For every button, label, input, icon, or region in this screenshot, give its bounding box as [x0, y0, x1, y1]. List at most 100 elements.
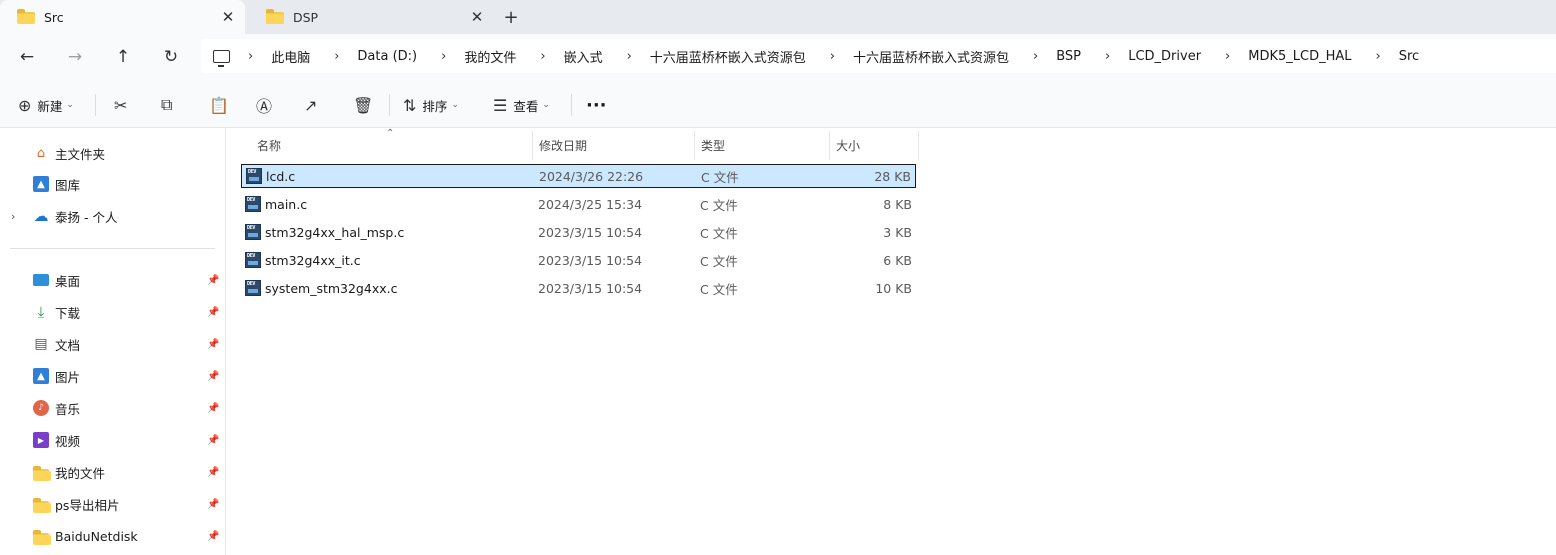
- breadcrumb-item[interactable]: BSP: [1056, 49, 1081, 64]
- file-size: 3 KB: [883, 224, 912, 240]
- column-header-name[interactable]: 名称: [251, 131, 533, 160]
- desktop-icon: [33, 274, 49, 286]
- chevron-right-icon[interactable]: ›: [830, 49, 835, 64]
- tab-bar: Src ✕ DSP ✕ +: [0, 0, 1556, 34]
- sidebar-item-videos[interactable]: ▶ 视频 📌: [0, 426, 226, 454]
- sidebar-item-label: 音乐: [55, 401, 81, 417]
- pin-icon[interactable]: 📌: [207, 307, 219, 318]
- pin-icon[interactable]: 📌: [207, 435, 219, 446]
- file-row[interactable]: lcd.c 2024/3/26 22:26 C 文件 28 KB: [241, 164, 916, 188]
- new-button[interactable]: ⊕ 新建 ⌄: [18, 90, 74, 120]
- pin-icon[interactable]: 📌: [207, 371, 219, 382]
- file-row[interactable]: stm32g4xx_it.c 2023/3/15 10:54 C 文件 6 KB: [241, 248, 916, 272]
- file-type: C 文件: [700, 197, 738, 213]
- pin-icon[interactable]: 📌: [207, 499, 219, 510]
- sidebar-item-my-files[interactable]: 我的文件 📌: [0, 458, 226, 486]
- cut-button[interactable]: ✂: [114, 90, 133, 120]
- sidebar-item-label: ps导出相片: [55, 497, 120, 513]
- chevron-right-icon[interactable]: ›: [1376, 49, 1381, 64]
- sidebar-item-onedrive[interactable]: › ☁ 泰扬 - 个人: [0, 202, 226, 230]
- list-view-icon: ☰: [493, 95, 508, 115]
- sidebar-item-music[interactable]: ♪ 音乐 📌: [0, 394, 226, 422]
- file-date: 2023/3/15 10:54: [538, 280, 643, 296]
- sidebar-divider: [10, 248, 215, 249]
- sidebar-item-home[interactable]: ⌂ 主文件夹: [0, 139, 226, 167]
- sidebar-item-baidunetdisk[interactable]: BaiduNetdisk 📌: [0, 522, 226, 550]
- file-name: lcd.c: [266, 168, 296, 184]
- file-name: stm32g4xx_it.c: [265, 252, 361, 268]
- column-header-type[interactable]: 类型: [695, 131, 830, 160]
- breadcrumb-item[interactable]: 我的文件: [464, 47, 516, 66]
- new-tab-button[interactable]: +: [496, 3, 526, 31]
- chevron-right-icon[interactable]: ›: [1033, 49, 1038, 64]
- chevron-right-icon[interactable]: ›: [627, 49, 632, 64]
- pin-icon[interactable]: 📌: [207, 531, 219, 542]
- toolbar-divider: [389, 94, 390, 116]
- sort-button[interactable]: ⇅ 排序 ⌄: [403, 90, 459, 120]
- breadcrumb-item[interactable]: Data (D:): [357, 49, 417, 64]
- sort-button-label: 排序: [422, 98, 448, 114]
- up-button[interactable]: ↑: [105, 41, 141, 73]
- copy-icon: ⧉: [161, 95, 173, 114]
- sidebar-item-ps-export[interactable]: ps导出相片 📌: [0, 490, 226, 518]
- breadcrumb-item[interactable]: 十六届蓝桥杯嵌入式资源包: [650, 47, 806, 66]
- pin-icon[interactable]: 📌: [207, 403, 219, 414]
- sidebar-item-documents[interactable]: ▤ 文档 📌: [0, 330, 226, 358]
- file-row[interactable]: stm32g4xx_hal_msp.c 2023/3/15 10:54 C 文件…: [241, 220, 916, 244]
- breadcrumb-item[interactable]: MDK5_LCD_HAL: [1248, 49, 1351, 64]
- more-options-button[interactable]: ···: [586, 90, 607, 120]
- sidebar-item-label: 桌面: [55, 273, 81, 289]
- breadcrumb-item[interactable]: 十六届蓝桥杯嵌入式资源包: [853, 47, 1009, 66]
- copy-button[interactable]: ⧉: [161, 90, 178, 120]
- close-icon[interactable]: ✕: [462, 2, 492, 32]
- column-header-size[interactable]: 大小: [830, 131, 919, 160]
- chevron-right-icon[interactable]: ›: [540, 49, 545, 64]
- breadcrumb-item[interactable]: 此电脑: [271, 47, 310, 66]
- tab-src[interactable]: Src ✕: [0, 0, 245, 34]
- chevron-right-icon[interactable]: ›: [334, 49, 339, 64]
- share-icon: ↗: [304, 95, 318, 115]
- c-file-icon: [245, 224, 261, 240]
- address-bar[interactable]: › 此电脑 › Data (D:) › 我的文件 › 嵌入式 › 十六届蓝桥杯嵌…: [201, 39, 1556, 73]
- pin-icon[interactable]: 📌: [207, 467, 219, 478]
- file-row[interactable]: main.c 2024/3/25 15:34 C 文件 8 KB: [241, 192, 916, 216]
- file-name: system_stm32g4xx.c: [265, 280, 398, 296]
- sidebar-item-gallery[interactable]: ▲ 图库: [0, 170, 226, 198]
- share-button[interactable]: ↗: [304, 90, 323, 120]
- breadcrumb-item-current[interactable]: Src: [1399, 49, 1419, 64]
- sort-icon: ⇅: [403, 95, 417, 115]
- delete-button[interactable]: 🗑: [353, 90, 379, 120]
- sidebar-item-desktop[interactable]: 桌面 📌: [0, 266, 226, 294]
- column-header-date[interactable]: 修改日期: [533, 131, 695, 160]
- rename-button[interactable]: Ⓐ: [256, 90, 278, 120]
- chevron-right-icon[interactable]: ›: [11, 210, 15, 223]
- close-icon[interactable]: ✕: [213, 2, 243, 32]
- file-date: 2023/3/15 10:54: [538, 224, 643, 240]
- file-type: C 文件: [700, 253, 738, 269]
- c-file-icon: [245, 196, 261, 212]
- chevron-right-icon: ›: [248, 48, 254, 64]
- folder-icon: [33, 464, 51, 481]
- chevron-right-icon[interactable]: ›: [1225, 49, 1230, 64]
- sidebar-item-pictures[interactable]: ▲ 图片 📌: [0, 362, 226, 390]
- file-row[interactable]: system_stm32g4xx.c 2023/3/15 10:54 C 文件 …: [241, 276, 916, 300]
- chevron-right-icon[interactable]: ›: [441, 49, 446, 64]
- breadcrumb-item[interactable]: LCD_Driver: [1128, 49, 1201, 64]
- pin-icon[interactable]: 📌: [207, 275, 219, 286]
- tab-dsp[interactable]: DSP ✕: [249, 0, 494, 34]
- file-date: 2024/3/26 22:26: [539, 168, 644, 184]
- pictures-icon: ▲: [33, 368, 49, 384]
- refresh-button[interactable]: ↻: [153, 41, 189, 73]
- pin-icon[interactable]: 📌: [207, 339, 219, 350]
- paste-button[interactable]: 📋: [209, 90, 235, 120]
- sidebar-item-label: 图库: [55, 177, 81, 193]
- file-name: stm32g4xx_hal_msp.c: [265, 224, 405, 240]
- back-button[interactable]: ←: [9, 41, 45, 73]
- view-button[interactable]: ☰ 查看 ⌄: [493, 90, 550, 120]
- forward-button[interactable]: →: [57, 41, 93, 73]
- gallery-icon: ▲: [33, 176, 49, 192]
- chevron-right-icon[interactable]: ›: [1105, 49, 1110, 64]
- file-name: main.c: [265, 196, 308, 212]
- breadcrumb-item[interactable]: 嵌入式: [564, 47, 603, 66]
- sidebar-item-downloads[interactable]: ⤓ 下载 📌: [0, 298, 226, 326]
